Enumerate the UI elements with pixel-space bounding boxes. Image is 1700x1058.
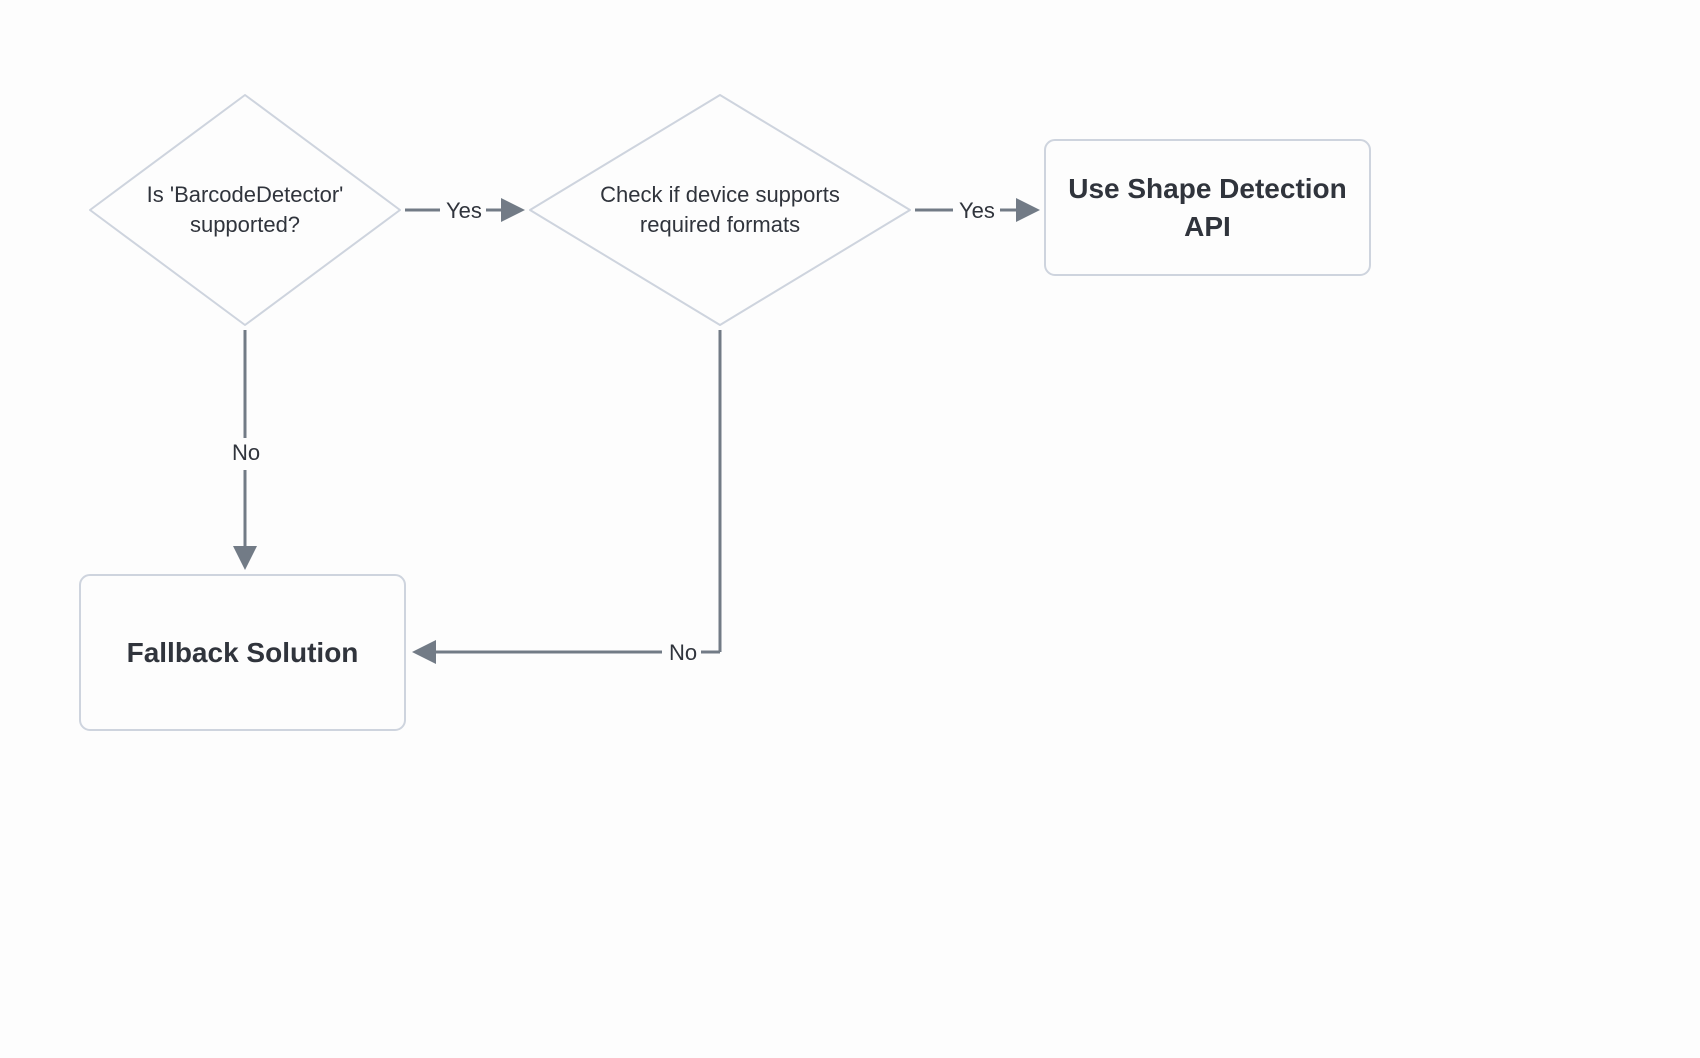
decision-barcodedetector-text-2: supported? [130,210,360,240]
decision-barcodedetector-supported [90,95,400,325]
decision-device-formats-text-2: required formats [590,210,850,240]
result-use-shape-detection-api [1045,140,1370,275]
edge-label-yes-2: Yes [955,196,999,226]
decision-device-formats-text-1: Check if device supports [590,180,850,210]
decision-barcodedetector-text-1: Is 'BarcodeDetector' [130,180,360,210]
decision-device-formats [530,95,910,325]
result-fallback-solution [80,575,405,730]
result-shape-detection-text: Use Shape Detection API [1045,170,1370,246]
edge-label-yes-1: Yes [442,196,486,226]
edge-label-no-1: No [228,438,264,468]
edge-label-no-2: No [665,638,701,668]
flowchart-canvas: Is 'BarcodeDetector' supported? Check if… [0,0,1700,1058]
result-fallback-text: Fallback Solution [127,634,359,672]
